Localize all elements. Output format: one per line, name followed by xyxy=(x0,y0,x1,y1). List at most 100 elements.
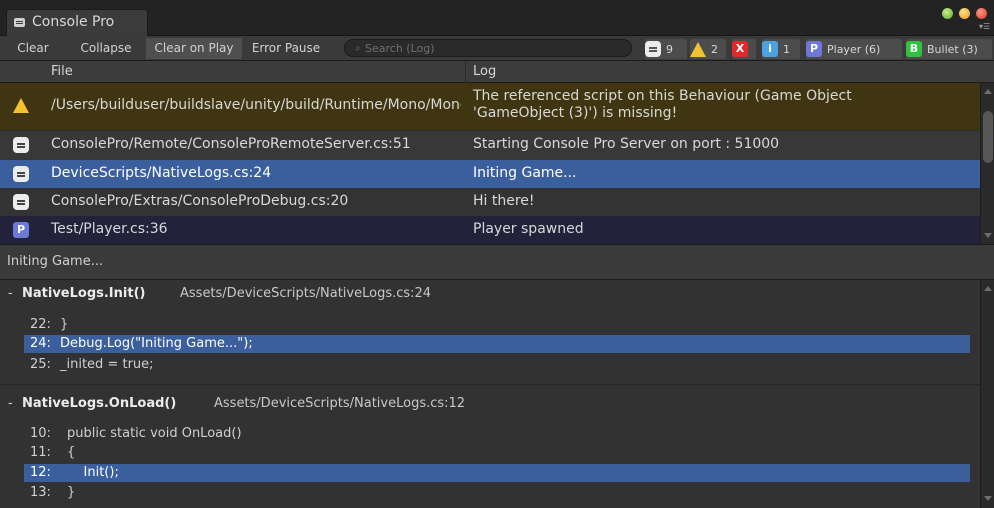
player-filter-label: Player (6) xyxy=(827,42,881,56)
tab-console-pro[interactable]: Console Pro xyxy=(6,9,148,36)
log-message: The referenced script on this Behaviour … xyxy=(473,88,973,122)
log-row-selected[interactable]: DeviceScripts/NativeLogs.cs:24 Initing G… xyxy=(0,160,980,188)
console-pro-window: Console Pro ▾☰ Clear Collapse Clear on P… xyxy=(0,0,994,508)
code-line[interactable]: 22: } xyxy=(24,316,970,334)
column-file[interactable]: File xyxy=(51,64,73,79)
log-message: Player spawned xyxy=(473,221,584,237)
message-icon xyxy=(645,41,661,57)
code-line[interactable]: 13: } xyxy=(24,484,970,502)
selected-message-text: Initing Game... xyxy=(7,254,104,269)
scroll-down-icon[interactable] xyxy=(984,233,992,238)
player-icon: P xyxy=(806,41,822,57)
scrollbar-thumb[interactable] xyxy=(983,111,993,163)
column-log[interactable]: Log xyxy=(473,64,496,79)
stack-frame-header[interactable]: - NativeLogs.Init() Assets/DeviceScripts… xyxy=(0,282,980,310)
line-number: 11: xyxy=(30,445,51,460)
code-line-highlighted[interactable]: 12: Init(); xyxy=(24,464,970,482)
scroll-up-icon[interactable] xyxy=(984,89,992,94)
log-file: ConsolePro/Extras/ConsoleProDebug.cs:20 xyxy=(51,193,349,209)
log-file: DeviceScripts/NativeLogs.cs:24 xyxy=(51,165,272,181)
log-message-line: 'GameObject (3)') is missing! xyxy=(473,105,678,121)
message-icon xyxy=(13,194,29,210)
collapse-toggle[interactable]: - xyxy=(8,286,13,301)
warning-count: 2 xyxy=(711,42,718,56)
code-line-highlighted[interactable]: 24: Debug.Log("Initing Game..."); xyxy=(24,335,970,353)
player-icon: P xyxy=(13,222,29,238)
code-line[interactable]: 25: _inited = true; xyxy=(24,356,970,374)
code-text: Debug.Log("Initing Game..."); xyxy=(60,336,253,351)
search-icon[interactable]: ⌕ xyxy=(355,40,361,57)
minimize-button[interactable] xyxy=(942,8,953,19)
warning-icon xyxy=(13,98,29,113)
log-message: Hi there! xyxy=(473,193,535,209)
clear-on-play-toggle[interactable]: Clear on Play xyxy=(146,38,242,59)
filter-info-toggle[interactable]: i 1 xyxy=(762,39,800,59)
console-icon xyxy=(14,18,25,27)
message-icon xyxy=(13,137,29,153)
stack-file-link[interactable]: Assets/DeviceScripts/NativeLogs.cs:24 xyxy=(180,286,431,301)
selected-message-bar: Initing Game... xyxy=(0,244,994,280)
line-number: 24: xyxy=(30,336,51,351)
code-text: } xyxy=(60,317,69,332)
log-row-player[interactable]: P Test/Player.cs:36 Player spawned xyxy=(0,216,980,244)
log-message: Initing Game... xyxy=(473,165,577,181)
code-line[interactable]: 11: { xyxy=(24,444,970,462)
frame-divider xyxy=(0,384,980,385)
log-message-line: The referenced script on this Behaviour … xyxy=(473,88,852,104)
line-number: 12: xyxy=(30,465,51,480)
info-icon: i xyxy=(762,41,778,57)
bullet-icon: B xyxy=(906,41,922,57)
log-row[interactable]: ConsolePro/Remote/ConsoleProRemoteServer… xyxy=(0,131,980,160)
menu-icon[interactable]: ▾☰ xyxy=(979,23,991,31)
message-count: 9 xyxy=(666,42,673,56)
log-file: /Users/builduser/buildslave/unity/build/… xyxy=(51,97,461,113)
filter-errors-toggle[interactable]: X xyxy=(732,39,756,59)
warning-icon xyxy=(690,41,706,57)
search-input[interactable] xyxy=(365,40,625,56)
stack-frame-header[interactable]: - NativeLogs.OnLoad() Assets/DeviceScrip… xyxy=(0,392,980,420)
log-message: Starting Console Pro Server on port : 51… xyxy=(473,136,780,152)
line-number: 22: xyxy=(30,317,51,332)
log-file: Test/Player.cs:36 xyxy=(51,221,168,237)
tab-bar: Console Pro ▾☰ xyxy=(0,0,994,36)
search-box: ⌕ xyxy=(344,39,632,57)
collapse-toggle[interactable]: - xyxy=(8,396,13,411)
toolbar: Clear Collapse Clear on Play Error Pause… xyxy=(0,36,994,61)
maximize-button[interactable] xyxy=(959,8,970,19)
log-row-warning[interactable]: /Users/builduser/buildslave/unity/build/… xyxy=(0,83,980,130)
code-line[interactable]: 10: public static void OnLoad() xyxy=(24,425,970,443)
tab-title: Console Pro xyxy=(32,14,115,30)
scroll-up-icon[interactable] xyxy=(984,286,992,291)
column-divider[interactable] xyxy=(465,61,466,83)
info-count: 1 xyxy=(783,42,790,56)
code-text: Init(); xyxy=(67,465,119,480)
stack-trace-panel: - NativeLogs.Init() Assets/DeviceScripts… xyxy=(0,280,980,508)
scroll-down-icon[interactable] xyxy=(984,496,992,501)
log-list-scrollbar[interactable] xyxy=(980,83,994,244)
close-button[interactable] xyxy=(976,8,987,19)
stack-trace-scrollbar[interactable] xyxy=(980,280,994,508)
message-icon xyxy=(13,166,29,182)
collapse-button[interactable]: Collapse xyxy=(68,38,144,59)
filter-messages-toggle[interactable]: 9 xyxy=(645,39,687,59)
code-text: public static void OnLoad() xyxy=(67,426,242,441)
code-text: } xyxy=(67,485,76,500)
log-list: /Users/builduser/buildslave/unity/build/… xyxy=(0,83,980,244)
filter-warnings-toggle[interactable]: 2 xyxy=(690,39,726,59)
filter-player-toggle[interactable]: P Player (6) xyxy=(806,39,902,59)
stack-function: NativeLogs.OnLoad() xyxy=(22,396,177,411)
code-text: _inited = true; xyxy=(60,357,154,372)
line-number: 13: xyxy=(30,485,51,500)
error-pause-toggle[interactable]: Error Pause xyxy=(244,38,328,59)
stack-function: NativeLogs.Init() xyxy=(22,286,146,301)
error-icon: X xyxy=(732,41,748,57)
stack-file-link[interactable]: Assets/DeviceScripts/NativeLogs.cs:12 xyxy=(214,396,465,411)
code-text: { xyxy=(67,445,76,460)
log-row[interactable]: ConsolePro/Extras/ConsoleProDebug.cs:20 … xyxy=(0,188,980,216)
bullet-filter-label: Bullet (3) xyxy=(927,42,978,56)
log-file: ConsolePro/Remote/ConsoleProRemoteServer… xyxy=(51,136,411,152)
clear-button[interactable]: Clear xyxy=(0,38,66,59)
column-header: File Log xyxy=(0,61,994,83)
filter-bullet-toggle[interactable]: B Bullet (3) xyxy=(906,39,992,59)
line-number: 10: xyxy=(30,426,51,441)
